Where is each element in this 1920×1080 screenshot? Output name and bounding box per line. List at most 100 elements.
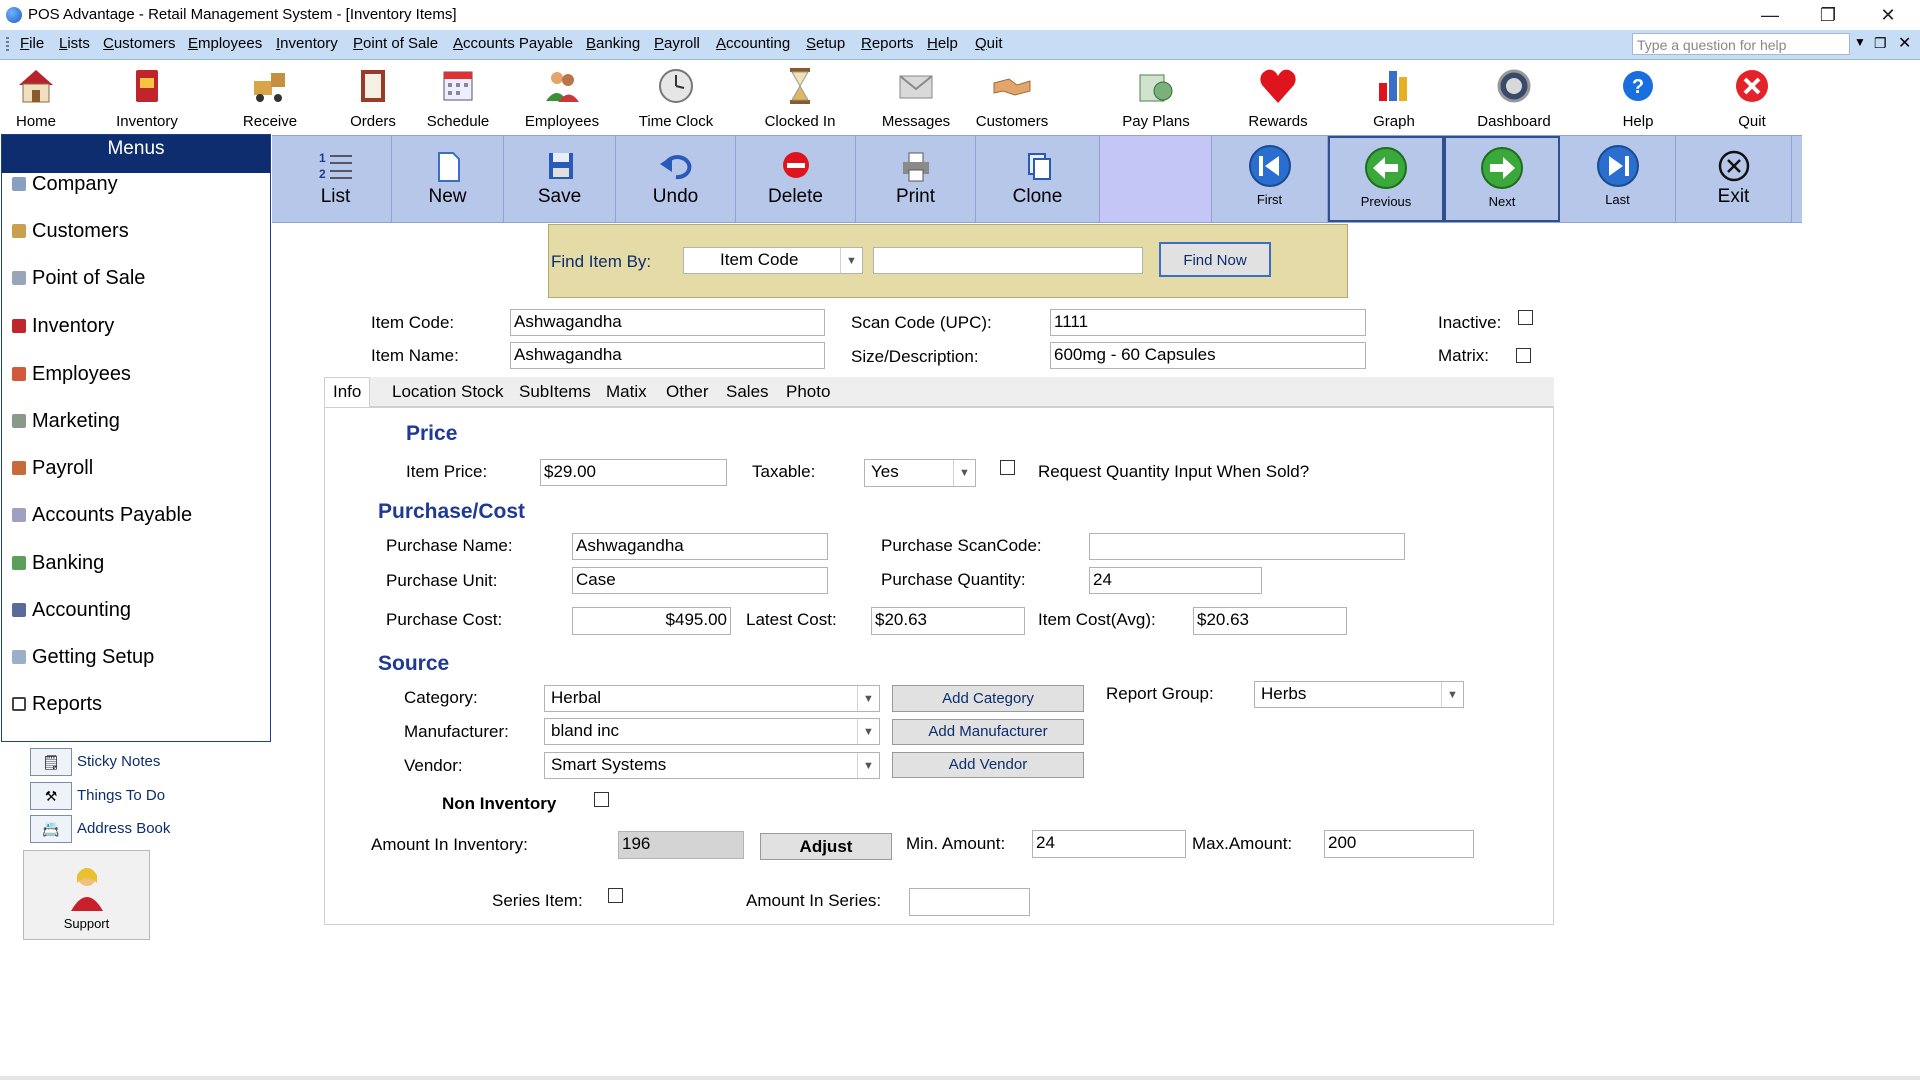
tab-subitems[interactable]: SubItems — [519, 382, 591, 402]
find-by-select[interactable]: Item Code ▼ — [683, 247, 863, 274]
purchase-scancode-field[interactable] — [1089, 533, 1405, 560]
item-price-field[interactable]: $29.00 — [540, 459, 727, 486]
min-amount-field[interactable]: 24 — [1032, 830, 1186, 858]
toolbar-messages-button[interactable]: Messages — [871, 63, 961, 133]
menu-quit[interactable]: Quit — [975, 35, 1003, 52]
menu-panel-accounts-payable[interactable]: Accounts Payable — [12, 504, 192, 527]
restore-button[interactable]: ❐ — [1800, 0, 1856, 30]
purchase-cost-field[interactable]: $495.00 — [572, 607, 731, 635]
menu-help[interactable]: Help — [927, 35, 958, 52]
menu-panel-payroll[interactable]: Payroll — [12, 457, 93, 480]
scan-code-field[interactable]: 1111 — [1050, 309, 1366, 336]
manufacturer-select[interactable]: bland inc ▼ — [544, 718, 880, 745]
exit-button[interactable]: Exit — [1676, 136, 1792, 222]
matrix-checkbox[interactable] — [1516, 348, 1531, 363]
new-button[interactable]: New — [392, 136, 504, 222]
series-item-checkbox[interactable] — [608, 888, 623, 903]
report-group-select[interactable]: Herbs ▼ — [1254, 681, 1464, 708]
item-cost-avg-field[interactable]: $20.63 — [1193, 607, 1347, 635]
clone-button[interactable]: Clone — [976, 136, 1100, 222]
vendor-select[interactable]: Smart Systems ▼ — [544, 752, 880, 779]
menu-employees[interactable]: Employees — [188, 35, 262, 52]
menu-customers[interactable]: Customers — [103, 35, 176, 52]
toolbar-orders-button[interactable]: Orders — [328, 63, 418, 133]
tab-photo[interactable]: Photo — [786, 382, 830, 402]
minimize-button[interactable]: — — [1742, 0, 1798, 30]
last-button[interactable]: Last — [1560, 136, 1676, 222]
support-button[interactable]: Support — [23, 850, 150, 940]
menu-lists[interactable]: Lists — [59, 35, 90, 52]
tab-location-stock[interactable]: Location Stock — [392, 382, 504, 402]
chevron-down-icon[interactable]: ▼ — [953, 460, 975, 486]
inactive-checkbox[interactable] — [1518, 310, 1533, 325]
menu-panel-banking[interactable]: Banking — [12, 552, 104, 575]
menu-panel-reports[interactable]: Reports — [12, 693, 102, 716]
find-search-input[interactable] — [873, 247, 1143, 274]
add-vendor-button[interactable]: Add Vendor — [892, 752, 1084, 778]
tab-sales[interactable]: Sales — [726, 382, 769, 402]
toolbar-pay-plans-button[interactable]: Pay Plans — [1111, 63, 1201, 133]
request-quantity-checkbox[interactable] — [1000, 460, 1015, 475]
menu-panel-accounting[interactable]: Accounting — [12, 599, 131, 622]
close-button[interactable]: ✕ — [1860, 0, 1916, 30]
delete-button[interactable]: Delete — [736, 136, 856, 222]
toolbar-time-clock-button[interactable]: Time Clock — [631, 63, 721, 133]
menu-panel-customers[interactable]: Customers — [12, 220, 129, 243]
menu-panel-getting-setup[interactable]: Getting Setup — [12, 646, 154, 669]
adjust-button[interactable]: Adjust — [760, 833, 892, 860]
toolbar-schedule-button[interactable]: Schedule — [413, 63, 503, 133]
menu-inventory[interactable]: Inventory — [276, 35, 338, 52]
toolbar-receive-button[interactable]: Receive — [225, 63, 315, 133]
menu-panel-inventory[interactable]: Inventory — [12, 315, 114, 338]
toolbar-clocked-in-button[interactable]: Clocked In — [755, 63, 845, 133]
toolbar-graph-button[interactable]: Graph — [1349, 63, 1439, 133]
category-select[interactable]: Herbal ▼ — [544, 685, 880, 712]
menu-panel-marketing[interactable]: Marketing — [12, 410, 120, 433]
chevron-down-icon[interactable]: ▼ — [857, 753, 879, 778]
tab-info[interactable]: Info — [324, 377, 371, 408]
things-to-do-link[interactable]: ⚒ Things To Do — [30, 782, 230, 810]
item-name-field[interactable]: Ashwagandha — [510, 342, 825, 369]
chevron-down-icon[interactable]: ▼ — [840, 248, 862, 273]
sticky-notes-link[interactable]: 🗒 Sticky Notes — [30, 748, 230, 776]
undo-button[interactable]: Undo — [616, 136, 736, 222]
save-button[interactable]: Save — [504, 136, 616, 222]
address-book-link[interactable]: 📇 Address Book — [30, 815, 230, 843]
menu-accounts-payable[interactable]: Accounts Payable — [453, 35, 573, 52]
menu-accounting[interactable]: Accounting — [716, 35, 790, 52]
menu-reports[interactable]: Reports — [861, 35, 914, 52]
menu-panel-point-of-sale[interactable]: Point of Sale — [12, 267, 145, 290]
toolbar-home-button[interactable]: Home — [0, 63, 81, 133]
chevron-down-icon[interactable]: ▼ — [857, 686, 879, 711]
item-code-field[interactable]: Ashwagandha — [510, 309, 825, 336]
chevron-down-icon[interactable]: ▼ — [857, 719, 879, 744]
add-manufacturer-button[interactable]: Add Manufacturer — [892, 719, 1084, 745]
tab-matix[interactable]: Matix — [606, 382, 647, 402]
menu-payroll[interactable]: Payroll — [654, 35, 700, 52]
toolbar-quit-button[interactable]: Quit — [1707, 63, 1797, 133]
menu-setup[interactable]: Setup — [806, 35, 845, 52]
add-category-button[interactable]: Add Category — [892, 685, 1084, 712]
purchase-unit-field[interactable]: Case — [572, 567, 828, 594]
mdi-close-icon[interactable]: ✕ — [1898, 33, 1911, 53]
list-button[interactable]: 12 List — [280, 136, 392, 222]
non-inventory-checkbox[interactable] — [594, 792, 609, 807]
menu-banking[interactable]: Banking — [586, 35, 640, 52]
size-description-field[interactable]: 600mg - 60 Capsules — [1050, 342, 1366, 369]
purchase-quantity-field[interactable]: 24 — [1089, 567, 1262, 594]
first-button[interactable]: First — [1212, 136, 1328, 222]
toolbar-dashboard-button[interactable]: Dashboard — [1469, 63, 1559, 133]
next-button[interactable]: Next — [1444, 136, 1560, 222]
amount-in-series-field[interactable] — [909, 888, 1030, 916]
toolbar-customers-button[interactable]: Customers — [967, 63, 1057, 133]
menu-panel-employees[interactable]: Employees — [12, 363, 131, 386]
help-question-input[interactable]: Type a question for help — [1632, 33, 1850, 55]
menu-point-of-sale[interactable]: Point of Sale — [353, 35, 438, 52]
taxable-select[interactable]: Yes ▼ — [864, 459, 976, 487]
previous-button[interactable]: Previous — [1328, 136, 1444, 222]
mdi-restore-icon[interactable]: ❐ — [1874, 35, 1887, 52]
tab-other[interactable]: Other — [666, 382, 709, 402]
toolbar-inventory-button[interactable]: Inventory — [102, 63, 192, 133]
menu-file[interactable]: File — [20, 35, 44, 52]
chevron-down-icon[interactable]: ▼ — [1441, 682, 1463, 707]
